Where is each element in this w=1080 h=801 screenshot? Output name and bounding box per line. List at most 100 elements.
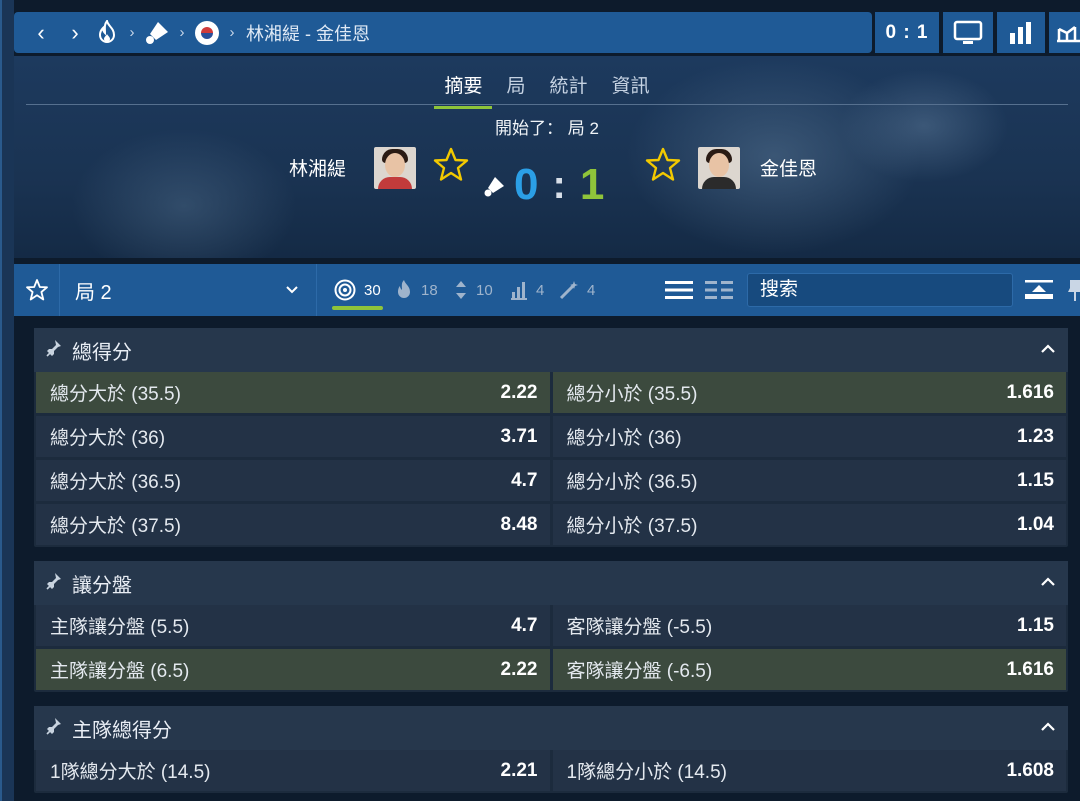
markets-list: 總得分 總分大於 (35.5) 2.22 總分小於 (35.5) 1.616 總分大於 (…: [34, 328, 1068, 801]
fire-icon[interactable]: [92, 18, 122, 48]
odds-value: 4.7: [511, 469, 538, 491]
back-button[interactable]: ‹: [24, 12, 58, 53]
market-section: 主隊總得分 1隊總分大於 (14.5) 2.21 1隊總分小於 (14.5) 1.608: [34, 706, 1068, 793]
pin-icon[interactable]: [46, 572, 62, 595]
pin-icon[interactable]: [1068, 278, 1080, 307]
filter-count: 4: [536, 281, 545, 299]
tv-icon[interactable]: [943, 12, 993, 53]
ladder-icon: [511, 282, 527, 300]
odds-row: 總分大於 (35.5) 2.22 總分小於 (35.5) 1.616: [36, 372, 1066, 413]
odds-value: 1.616: [1006, 381, 1054, 403]
away-score: 1: [579, 160, 605, 209]
odds-button[interactable]: 總分大於 (36) 3.71: [36, 416, 550, 457]
odds-label: 1隊總分大於 (14.5): [50, 762, 211, 783]
match-title[interactable]: 林湘緹 - 金佳恩: [246, 20, 370, 46]
odds-value: 2.22: [500, 658, 538, 680]
favorite-star-icon[interactable]: [432, 146, 470, 189]
page-left-border: [0, 0, 14, 801]
odds-button[interactable]: 總分大於 (36.5) 4.7: [36, 460, 550, 501]
target-icon: [334, 279, 356, 301]
chevron-right-icon: ›: [129, 24, 135, 41]
search-input[interactable]: [747, 273, 1013, 307]
odds-button[interactable]: 1隊總分小於 (14.5) 1.608: [552, 750, 1066, 791]
korea-flag-icon[interactable]: [192, 18, 222, 48]
odds-label: 總分大於 (36): [50, 428, 166, 449]
list-view-icon[interactable]: [664, 278, 694, 307]
chevron-up-icon[interactable]: [1038, 339, 1058, 364]
odds-label: 總分小於 (36): [566, 428, 682, 449]
market-section: 讓分盤 主隊讓分盤 (5.5) 4.7 客隊讓分盤 (-5.5) 1.15 主隊讓分盤 (…: [34, 561, 1068, 692]
filter-count: 4: [587, 281, 596, 299]
odds-button[interactable]: 總分小於 (36.5) 1.15: [552, 460, 1066, 501]
odds-button[interactable]: 總分大於 (37.5) 8.48: [36, 504, 550, 545]
pin-icon[interactable]: [46, 339, 62, 362]
odds-button[interactable]: 總分小於 (37.5) 1.04: [552, 504, 1066, 545]
bracket-icon[interactable]: [1049, 12, 1080, 53]
home-player: 林湘緹: [289, 146, 470, 189]
filter-handicap[interactable]: 4: [510, 264, 544, 316]
odds-button[interactable]: 客隊讓分盤 (-5.5) 1.15: [552, 605, 1066, 646]
odds-label: 客隊讓分盤 (-6.5): [566, 661, 713, 682]
scoreboard: 0 : 1: [482, 160, 604, 210]
odds-value: 1.15: [1017, 469, 1054, 491]
market-rows: 總分大於 (35.5) 2.22 總分小於 (35.5) 1.616 總分大於 (36)…: [34, 372, 1068, 547]
odds-label: 客隊讓分盤 (-5.5): [566, 617, 713, 638]
odds-value: 1.608: [1006, 759, 1054, 781]
forward-button[interactable]: ›: [58, 12, 92, 53]
odds-label: 總分大於 (35.5): [50, 384, 181, 405]
favorites-star-icon[interactable]: [14, 264, 60, 316]
market-header[interactable]: 讓分盤: [34, 561, 1068, 605]
filter-count: 30: [364, 281, 381, 299]
stats-icon[interactable]: [997, 12, 1045, 53]
market-title: 總得分: [72, 341, 132, 364]
odds-button[interactable]: 主隊讓分盤 (5.5) 4.7: [36, 605, 550, 646]
filter-popular[interactable]: 18: [395, 264, 438, 316]
odds-value: 2.21: [500, 759, 538, 781]
market-header[interactable]: 主隊總得分: [34, 706, 1068, 750]
period-select[interactable]: 局 2: [61, 264, 317, 316]
odds-button[interactable]: 總分小於 (35.5) 1.616: [552, 372, 1066, 413]
odds-button[interactable]: 主隊讓分盤 (6.5) 2.22: [36, 649, 550, 690]
odds-value: 2.22: [500, 381, 538, 403]
period-select-value: 局 2: [75, 281, 112, 304]
away-player: 金佳恩: [644, 146, 817, 189]
odds-label: 總分大於 (36.5): [50, 472, 181, 493]
market-header[interactable]: 總得分: [34, 328, 1068, 372]
market-section: 總得分 總分大於 (35.5) 2.22 總分小於 (35.5) 1.616 總分大於 (…: [34, 328, 1068, 547]
filter-count: 10: [476, 281, 493, 299]
odds-label: 主隊讓分盤 (5.5): [50, 617, 190, 638]
shuttlecock-icon[interactable]: [142, 18, 172, 48]
odds-value: 4.7: [511, 614, 538, 636]
collapse-all-icon[interactable]: [1024, 278, 1054, 307]
wand-icon: [559, 281, 578, 300]
chevron-down-icon: [286, 286, 298, 294]
odds-button[interactable]: 總分小於 (36) 1.23: [552, 416, 1066, 457]
odds-row: 主隊讓分盤 (5.5) 4.7 客隊讓分盤 (-5.5) 1.15: [36, 605, 1066, 646]
score-separator: :: [552, 162, 566, 207]
odds-button[interactable]: 總分大於 (35.5) 2.22: [36, 372, 550, 413]
home-score: 0: [514, 160, 539, 209]
filter-specials[interactable]: 4: [559, 264, 595, 316]
odds-label: 總分大於 (37.5): [50, 516, 181, 537]
odds-value: 3.71: [500, 425, 538, 447]
market-rows: 1隊總分大於 (14.5) 2.21 1隊總分小於 (14.5) 1.608: [34, 750, 1068, 793]
filter-totals[interactable]: 10: [454, 264, 493, 316]
chevron-right-icon: ›: [179, 24, 185, 41]
market-title: 讓分盤: [72, 574, 132, 597]
grid-view-icon[interactable]: [704, 278, 734, 307]
favorite-star-icon[interactable]: [644, 146, 682, 189]
divider: [26, 104, 1068, 105]
pin-icon[interactable]: [46, 717, 62, 740]
updown-icon: [456, 281, 466, 299]
home-avatar: [374, 146, 417, 189]
filter-count: 18: [421, 281, 438, 299]
chevron-up-icon[interactable]: [1038, 717, 1058, 742]
chevron-up-icon[interactable]: [1038, 572, 1058, 597]
odds-value: 1.15: [1017, 614, 1054, 636]
match-hero: 摘要 局 統計 資訊 開始了： 局 2 林湘緹 0 : 1 金佳恩: [14, 56, 1080, 258]
odds-label: 總分小於 (36.5): [566, 472, 698, 493]
odds-button[interactable]: 1隊總分大於 (14.5) 2.21: [36, 750, 550, 791]
score-button[interactable]: 0 : 1: [875, 12, 939, 53]
odds-button[interactable]: 客隊讓分盤 (-6.5) 1.616: [552, 649, 1066, 690]
filter-all[interactable]: 30: [332, 264, 383, 316]
